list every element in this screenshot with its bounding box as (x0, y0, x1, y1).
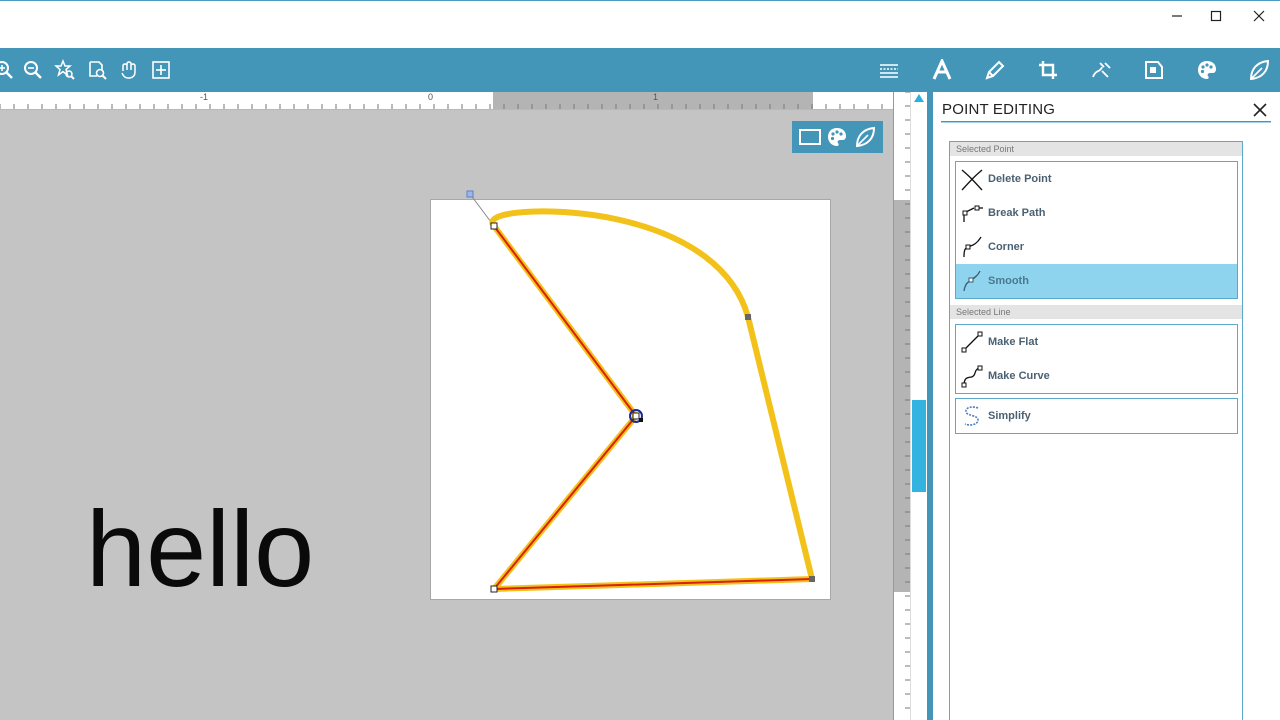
leaf-icon (856, 126, 876, 148)
quick-palette-button[interactable] (824, 124, 850, 150)
zoom-selected-button[interactable] (51, 56, 79, 84)
delete-point-icon (961, 169, 983, 191)
control-handle-point[interactable] (466, 190, 474, 198)
library-button[interactable] (1245, 56, 1273, 84)
ruler-label: 1 (653, 92, 659, 102)
selected-point-group: Delete Point Break Path Corner Smooth (955, 161, 1238, 299)
corner-button[interactable]: Corner (956, 230, 1237, 264)
break-path-icon (962, 205, 983, 222)
zoom-star-icon (54, 59, 75, 80)
vertical-ruler-ticks (905, 92, 910, 709)
edit-points-button[interactable] (981, 56, 1009, 84)
design-store-button[interactable] (1193, 56, 1221, 84)
fit-to-window-button[interactable] (147, 56, 175, 84)
palette-icon (828, 128, 847, 146)
anchor-point[interactable] (490, 585, 498, 593)
section-label-selected-line: Selected Line (950, 305, 1242, 319)
button-label: Smooth (988, 275, 1029, 287)
text-tool-button[interactable] (928, 56, 956, 84)
maximize-button[interactable] (1193, 1, 1239, 31)
point-editing-box: Selected Point Delete Point Break Path C… (949, 141, 1243, 720)
zoom-in-button[interactable] (0, 56, 18, 84)
make-curve-button[interactable]: Make Curve (956, 359, 1237, 393)
pan-button[interactable] (115, 56, 143, 84)
simplify-icon (964, 406, 979, 426)
vertical-ruler (893, 92, 910, 720)
trace-button[interactable] (1087, 56, 1115, 84)
text-a-icon (932, 59, 952, 80)
anchor-point[interactable] (809, 576, 815, 582)
pen-edit-icon (985, 60, 1005, 80)
send-button[interactable] (1140, 56, 1168, 84)
simplify-group: Simplify (955, 398, 1238, 434)
fit-window-icon (152, 61, 170, 79)
button-label: Delete Point (988, 173, 1052, 185)
panel-title: POINT EDITING (942, 101, 1056, 118)
corner-icon (963, 236, 982, 258)
point-editing-panel: POINT EDITING Selected Point Delete Poin… (933, 92, 1280, 720)
menu-lines-icon (880, 64, 898, 78)
maximize-icon (1210, 10, 1222, 22)
anchor-point[interactable] (632, 412, 640, 420)
cursor-marker (639, 418, 643, 422)
leaf-icon (1249, 59, 1270, 81)
horizontal-ruler: -1 0 1 (0, 92, 893, 110)
panel-title-underline (941, 121, 1271, 123)
menu-button[interactable] (875, 56, 903, 84)
close-icon (1253, 10, 1265, 22)
zoom-out-icon (24, 61, 42, 79)
zoom-out-button[interactable] (19, 56, 47, 84)
zoom-in-icon (0, 61, 13, 79)
zoom-page-button[interactable] (83, 56, 111, 84)
button-label: Make Flat (988, 336, 1039, 348)
close-button[interactable] (1236, 1, 1280, 31)
design-canvas[interactable]: hello (0, 110, 893, 720)
selected-line-group: Make Flat Make Curve (955, 324, 1238, 394)
button-label: Break Path (988, 207, 1046, 219)
make-curve-icon (961, 365, 983, 388)
ruler-label: -1 (200, 92, 209, 102)
main-toolbar (0, 48, 1280, 92)
button-label: Corner (988, 241, 1025, 253)
crop-icon (1039, 61, 1057, 79)
smooth-icon (963, 270, 981, 292)
quick-library-button[interactable] (852, 124, 878, 150)
vertical-scrollbar[interactable] (910, 92, 927, 720)
palette-icon (1198, 61, 1216, 79)
break-path-button[interactable]: Break Path (956, 196, 1237, 230)
make-flat-icon (961, 331, 983, 353)
zoom-page-icon (89, 61, 107, 80)
crop-button[interactable] (1034, 56, 1062, 84)
make-flat-button[interactable]: Make Flat (956, 325, 1237, 359)
button-label: Make Curve (988, 370, 1050, 382)
scroll-up-arrow-icon[interactable] (914, 94, 924, 102)
anchor-point[interactable] (490, 222, 498, 230)
smooth-button[interactable]: Smooth (956, 264, 1237, 298)
section-label-selected-point: Selected Point (950, 142, 1242, 156)
minimize-icon (1172, 15, 1182, 17)
send-cutter-icon (1145, 61, 1163, 79)
ruler-ticks (0, 104, 883, 109)
rectangle-icon (798, 129, 821, 145)
hand-pan-icon (121, 61, 136, 79)
quick-shape-button[interactable] (797, 124, 823, 150)
shape-layer[interactable] (0, 110, 893, 720)
scroll-thumb[interactable] (912, 400, 926, 492)
simplify-button[interactable]: Simplify (956, 399, 1237, 433)
button-label: Simplify (988, 410, 1031, 422)
trace-icon (1092, 62, 1111, 78)
title-bar (0, 0, 1280, 48)
anchor-point[interactable] (745, 314, 751, 320)
panel-close-icon[interactable] (1251, 101, 1269, 119)
ruler-label: 0 (428, 92, 434, 102)
delete-point-button[interactable]: Delete Point (956, 162, 1237, 196)
quick-access-panel (792, 121, 883, 153)
